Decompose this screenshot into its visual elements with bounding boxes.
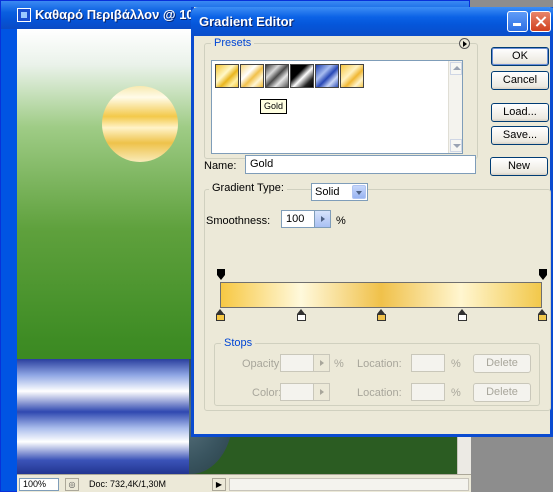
color-arrow-icon[interactable] — [314, 383, 330, 401]
color-stop[interactable] — [377, 309, 386, 321]
blue-cylinder-shape — [17, 359, 189, 474]
opacity-stop-pointer — [217, 275, 225, 280]
stops-group: Stops Opacity: % Location: % Delete Colo… — [214, 337, 540, 406]
gradient-editor-dialog: Gradient Editor Presets Gold OK Cancel L… — [191, 7, 553, 437]
gradient-type-select[interactable]: Solid — [311, 183, 368, 201]
presets-legend: Presets — [211, 37, 255, 49]
presets-group: Presets Gold — [204, 37, 478, 159]
chevron-down-icon[interactable] — [352, 185, 366, 199]
status-icon: ◎ — [65, 478, 79, 491]
ok-button[interactable]: OK — [491, 47, 549, 66]
gradient-preview-bar[interactable] — [220, 282, 542, 308]
opacity-location-percent: % — [451, 358, 461, 370]
smoothness-unit: % — [336, 215, 346, 227]
color-stop[interactable] — [216, 309, 225, 321]
preset-swatch[interactable] — [240, 64, 264, 88]
opacity-label: Opacity: — [242, 358, 283, 370]
photoshop-document-icon — [17, 8, 31, 22]
preset-swatch[interactable] — [315, 64, 339, 88]
opacity-arrow-icon[interactable] — [314, 354, 330, 372]
preset-swatch[interactable] — [290, 64, 314, 88]
color-location-percent: % — [451, 387, 461, 399]
color-location-input[interactable] — [411, 383, 445, 401]
preset-swatch[interactable] — [340, 64, 364, 88]
color-stop[interactable] — [457, 309, 467, 321]
color-label: Color: — [252, 387, 282, 399]
presets-scrollbar[interactable] — [448, 61, 462, 153]
presets-list: Gold — [211, 60, 463, 154]
color-location-label: Location: — [357, 387, 402, 399]
preset-swatch[interactable] — [215, 64, 239, 88]
delete-opacity-stop-button[interactable]: Delete — [473, 354, 531, 373]
doc-size-info: Doc: 732,4K/1,30M — [89, 479, 167, 489]
document-title: Καθαρό Περιβάλλον @ 100% — [35, 7, 213, 22]
preset-swatches — [215, 64, 365, 88]
gold-sphere-shape — [102, 86, 178, 162]
close-button[interactable] — [530, 11, 551, 32]
opacity-location-input[interactable] — [411, 354, 445, 372]
load-button[interactable]: Load... — [491, 103, 549, 122]
name-label: Name: — [204, 160, 237, 172]
dialog-titlebar[interactable]: Gradient Editor — [191, 7, 553, 36]
opacity-stops-row — [217, 269, 547, 281]
save-button[interactable]: Save... — [491, 126, 549, 145]
minimize-button[interactable] — [507, 11, 528, 32]
opacity-location-label: Location: — [357, 358, 402, 370]
smoothness-label: Smoothness: — [206, 215, 271, 227]
color-stops-row — [216, 309, 547, 322]
color-stop-swatch — [377, 314, 386, 321]
preset-tooltip: Gold — [260, 99, 288, 114]
color-stop-swatch — [538, 314, 547, 321]
smoothness-slider-arrow-icon[interactable] — [315, 210, 331, 228]
dialog-title: Gradient Editor — [199, 14, 294, 29]
color-stop-swatch — [296, 314, 306, 321]
scroll-up-icon[interactable] — [450, 62, 462, 75]
color-swatch[interactable] — [280, 383, 314, 401]
document-statusbar: 100% ◎ Doc: 732,4K/1,30M ▶ — [17, 474, 471, 492]
presets-menu-icon[interactable] — [459, 38, 470, 49]
scroll-down-icon[interactable] — [450, 139, 462, 152]
stops-legend: Stops — [221, 337, 256, 349]
color-stop-swatch — [457, 314, 467, 321]
gradient-type-label: Gradient Type: — [209, 182, 287, 194]
zoom-field[interactable]: 100% — [19, 478, 59, 491]
status-menu-arrow-icon[interactable]: ▶ — [212, 478, 226, 491]
opacity-stop[interactable] — [217, 269, 225, 280]
opacity-percent: % — [334, 358, 344, 370]
preset-swatch[interactable] — [265, 64, 289, 88]
smoothness-input[interactable]: 100 — [281, 210, 315, 228]
opacity-stop-pointer — [539, 275, 547, 280]
color-stop[interactable] — [538, 309, 547, 321]
name-input[interactable]: Gold — [245, 155, 476, 174]
delete-color-stop-button[interactable]: Delete — [473, 383, 531, 402]
gradient-type-value: Solid — [315, 186, 340, 198]
color-stop-swatch — [216, 314, 225, 321]
opacity-input[interactable] — [280, 354, 314, 372]
document-horizontal-scrollbar[interactable] — [229, 478, 469, 491]
new-button[interactable]: New — [490, 157, 548, 176]
color-stop[interactable] — [296, 309, 306, 321]
cancel-button[interactable]: Cancel — [491, 71, 549, 90]
opacity-stop[interactable] — [539, 269, 547, 280]
